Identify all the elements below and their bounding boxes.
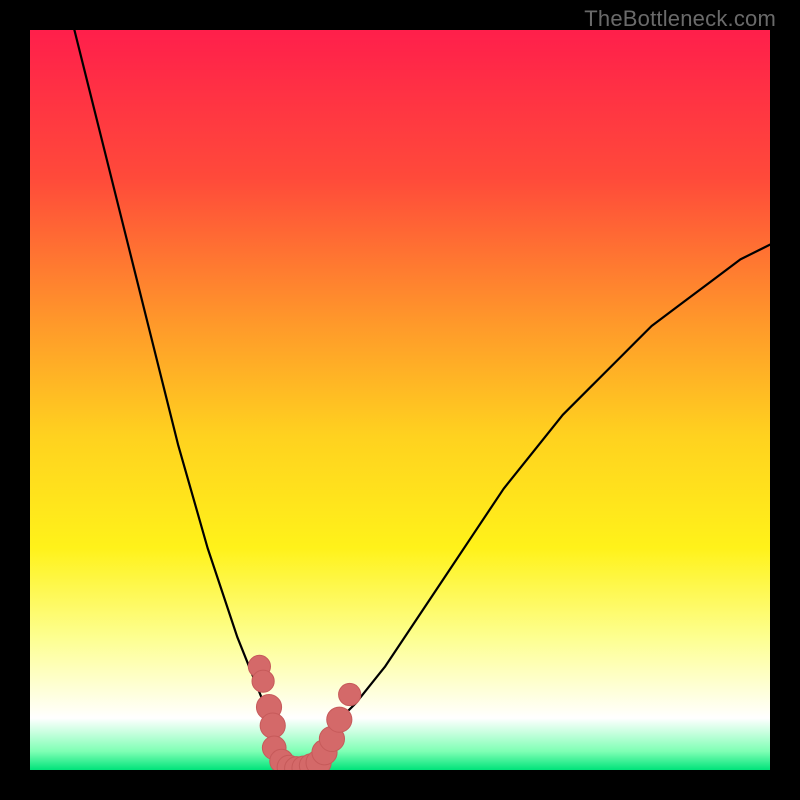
data-marker — [252, 670, 274, 692]
data-marker — [327, 707, 352, 732]
curves-layer — [30, 30, 770, 770]
data-marker — [260, 713, 285, 738]
watermark-text: TheBottleneck.com — [584, 6, 776, 32]
series-left-arm — [74, 30, 281, 755]
plot-area — [30, 30, 770, 770]
chart-frame: TheBottleneck.com — [0, 0, 800, 800]
data-marker — [339, 683, 361, 705]
series-group — [74, 30, 770, 770]
series-right-arm — [311, 245, 770, 756]
markers-group — [248, 655, 360, 770]
